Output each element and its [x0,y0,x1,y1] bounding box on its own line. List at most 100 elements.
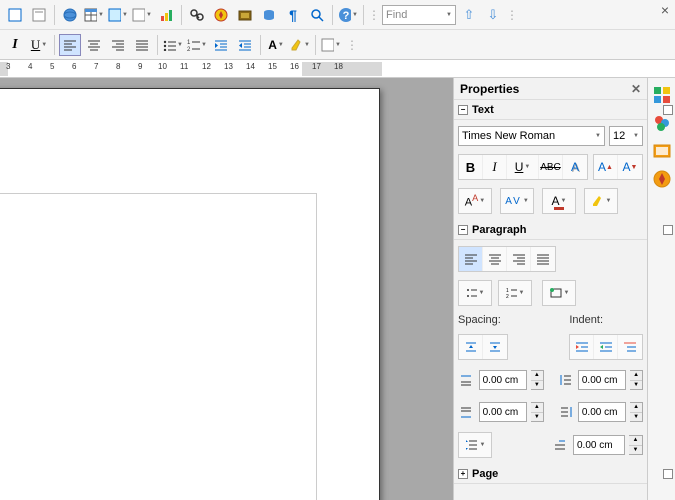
section-title: Paragraph [472,224,643,236]
increase-font-icon[interactable]: A▲ [594,155,618,179]
table-icon[interactable]: ▼ [83,4,105,26]
find-placeholder: Find [386,9,407,21]
find-next-icon[interactable]: ⇩ [482,4,504,26]
ruler-label: 5 [50,62,54,71]
spinner[interactable]: ▲▼ [630,402,643,422]
line-spacing-icon[interactable]: ▼ [459,433,491,457]
section-header-page[interactable]: + Page [454,464,647,484]
decrease-indent-icon[interactable] [594,335,618,359]
superscript-icon[interactable]: AA▼ [459,189,491,213]
collapse-icon[interactable]: − [458,225,468,235]
nonprinting-chars-icon[interactable]: ¶ [282,4,304,26]
separator [260,35,261,55]
collapse-icon[interactable]: − [458,105,468,115]
highlight-color-icon[interactable]: ▼ [585,189,617,213]
find-input[interactable]: Find ▼ [382,5,456,25]
toolbar-btn[interactable]: ▼ [320,34,342,56]
font-color-icon[interactable]: A▼ [543,189,575,213]
toolbar-btn[interactable]: ▼ [131,4,153,26]
italic-icon[interactable]: I [4,34,26,56]
font-size-select[interactable]: 12▼ [609,126,643,146]
window-close-icon[interactable]: × [661,2,669,18]
align-right-icon[interactable] [507,247,531,271]
strikethrough-icon[interactable]: ABC [539,155,563,179]
underline-icon[interactable]: U▼ [507,155,539,179]
spacing-label: Spacing: [458,314,501,326]
zoom-icon[interactable] [306,4,328,26]
close-panel-icon[interactable]: ✕ [631,82,641,96]
numbering-icon[interactable]: 12▼ [499,281,531,305]
highlight-icon[interactable]: ▼ [289,34,311,56]
toolbar-btn[interactable] [4,4,26,26]
align-left-icon[interactable] [459,247,483,271]
left-indent-input[interactable]: 0.00 cm [578,370,626,390]
spinner[interactable]: ▲▼ [630,370,643,390]
increase-indent-icon[interactable] [570,335,594,359]
decrease-spacing-icon[interactable] [483,335,507,359]
bullets-icon[interactable]: ▼ [459,281,491,305]
below-spacing-icon [458,400,475,424]
toolbar-btn[interactable]: ▼ [107,4,129,26]
ruler-label: 3 [6,62,10,71]
background-color-icon[interactable]: ▼ [543,281,575,305]
italic-icon[interactable]: I [483,155,507,179]
align-center-icon[interactable] [483,247,507,271]
spinner[interactable]: ▲▼ [531,370,544,390]
align-justify-icon[interactable] [531,247,555,271]
ruler-label: 10 [158,62,167,71]
find-prev-icon[interactable]: ⇧ [458,4,480,26]
decrease-font-icon[interactable]: A▼ [618,155,642,179]
gallery-icon[interactable] [234,4,256,26]
align-justify-icon[interactable] [131,34,153,56]
decrease-indent-icon[interactable] [234,34,256,56]
styles-tab-icon[interactable] [651,112,673,134]
ruler-label: 15 [268,62,277,71]
section-header-paragraph[interactable]: − Paragraph [454,220,647,240]
separator [363,5,364,25]
font-name-select[interactable]: Times New Roman▼ [458,126,605,146]
more-options-icon[interactable] [663,469,673,479]
spinner[interactable]: ▲▼ [629,435,643,455]
navigator-icon[interactable] [210,4,232,26]
more-options-icon[interactable] [663,105,673,115]
ruler-label: 7 [94,62,98,71]
above-spacing-input[interactable]: 0.00 cm [479,370,527,390]
increase-indent-icon[interactable] [210,34,232,56]
more-options-icon[interactable] [663,225,673,235]
document-page[interactable] [0,88,380,500]
spinner[interactable]: ▲▼ [531,402,544,422]
hyperlink-icon[interactable] [59,4,81,26]
align-left-icon[interactable] [59,34,81,56]
hanging-indent-icon[interactable] [618,335,642,359]
document-viewport[interactable] [0,78,453,500]
align-right-icon[interactable] [107,34,129,56]
section-header-text[interactable]: − Text [454,100,647,120]
bold-icon[interactable]: B [459,155,483,179]
above-spacing-icon [458,368,475,392]
font-color-icon[interactable]: A▼ [265,34,287,56]
expand-icon[interactable]: + [458,469,468,479]
horizontal-ruler[interactable]: 3 4 5 6 7 8 9 10 11 12 13 14 15 16 17 18 [0,60,675,78]
svg-text:2: 2 [506,294,509,298]
shadow-icon[interactable]: A [563,155,587,179]
increase-spacing-icon[interactable] [459,335,483,359]
find-replace-icon[interactable] [186,4,208,26]
ruler-label: 18 [334,62,343,71]
separator [332,5,333,25]
right-indent-input[interactable]: 0.00 cm [578,402,626,422]
properties-tab-icon[interactable] [651,84,673,106]
data-sources-icon[interactable] [258,4,280,26]
char-spacing-icon[interactable]: AV▼ [501,189,533,213]
underline-icon[interactable]: U▼ [28,34,50,56]
first-line-indent-input[interactable]: 0.00 cm [573,435,625,455]
chart-icon[interactable] [155,4,177,26]
navigator-tab-icon[interactable] [651,168,673,190]
help-icon[interactable]: ?▼ [337,4,359,26]
section-title: Text [472,104,643,116]
align-center-icon[interactable] [83,34,105,56]
bullets-icon[interactable]: ▼ [162,34,184,56]
gallery-tab-icon[interactable] [651,140,673,162]
numbering-icon[interactable]: 12▼ [186,34,208,56]
toolbar-btn[interactable] [28,4,50,26]
below-spacing-input[interactable]: 0.00 cm [479,402,527,422]
